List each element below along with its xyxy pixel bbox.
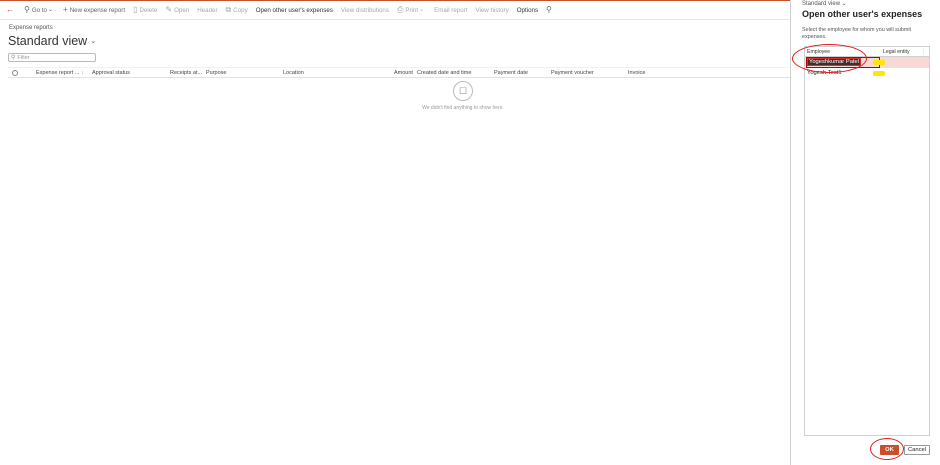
panel-view-label: Standard view [802,1,841,7]
empty-state-text: We didn't find anything to show here. [422,105,504,111]
employee-row[interactable]: Yogesh.Test1 [805,68,929,79]
options-button[interactable]: Options [517,7,538,14]
column-header-employee[interactable]: Employee [807,49,830,55]
open-other-users-expenses-panel: Standard view ⌄ Open other user's expens… [790,0,940,465]
column-header[interactable]: Location [283,70,304,76]
goto-label: Go to [31,6,47,14]
search-icon: ⚲ [546,5,552,14]
copy-icon: ⧉ [225,5,232,14]
new-expense-report-label: New expense report [69,6,126,14]
legal-entity-highlight [873,60,885,65]
header-label: Header [197,6,218,14]
breadcrumb: Expense reports [9,25,53,31]
chevron-down-icon: ⌄ [841,1,847,7]
empty-box-icon: ☐ [453,81,473,101]
copy-label: Copy [233,6,248,14]
employee-grid: Employee Legal entity ⋮ Yogeshkumar Pate… [804,46,930,436]
trash-icon: ▯ [133,5,138,14]
options-label: Options [516,6,539,14]
view-history-label: View history [475,6,509,14]
print-menu[interactable]: ⎙ Print ⌄ [397,6,426,14]
panel-description: Select the employee for whom you will su… [802,27,912,40]
column-header[interactable]: Invoice [628,70,645,76]
pencil-icon: ✎ [165,5,173,14]
column-header-legal-entity[interactable]: Legal entity [883,49,910,55]
column-header[interactable]: Receipts at... [170,70,202,76]
column-header[interactable]: Expense report ... [36,70,79,76]
copy-button[interactable]: ⧉ Copy [226,6,248,14]
grid-header: Expense report ... ↓ Approval status Rec… [8,67,790,78]
printer-icon: ⎙ [396,5,404,14]
empty-state: ☐ We didn't find anything to show here. [413,81,513,111]
legal-entity-highlight [873,71,885,76]
back-arrow-icon: ← [6,5,14,14]
cancel-button[interactable]: Cancel [904,445,930,455]
view-history-button[interactable]: View history [475,7,508,14]
print-label: Print [405,6,419,14]
open-other-users-expenses-button[interactable]: Open other user's expenses [256,7,333,14]
delete-button[interactable]: ▯ Delete [133,6,157,14]
ok-button[interactable]: OK [880,445,899,455]
more-vertical-icon[interactable]: ⋮ [921,49,926,55]
employee-grid-header: Employee Legal entity ⋮ [805,47,929,57]
search-button[interactable]: ⚲ [546,6,554,14]
email-report-button[interactable]: Email report [434,7,467,14]
filter-placeholder: Filter [17,54,30,61]
open-label: Open [174,6,190,14]
new-expense-report-button[interactable]: + New expense report [63,6,125,14]
chevron-down-icon: ⌄ [48,7,54,13]
header-button[interactable]: Header [197,7,217,14]
delete-label: Delete [139,6,158,14]
page-title: Standard view [8,34,88,48]
filter-input[interactable]: ⚲ Filter [8,53,96,62]
column-header[interactable]: Amount [394,70,413,76]
sort-arrow-icon: ↓ [81,70,84,76]
employee-name: Yogesh.Test1 [807,70,842,76]
search-icon: ⚲ [11,55,16,61]
employee-name: Yogeshkumar Patel [807,58,862,66]
open-other-label: Open other user's expenses [255,6,333,14]
back-button[interactable]: ← [6,6,16,14]
expense-reports-workspace: ← ⚲ Go to ⌄ + New expense report ▯ Delete ✎ O… [0,0,790,465]
action-toolbar: ← ⚲ Go to ⌄ + New expense report ▯ Delete ✎ O… [0,1,790,20]
column-header[interactable]: Purpose [206,70,227,76]
goto-menu[interactable]: ⚲ Go to ⌄ [24,6,55,14]
panel-title: Open other user's expenses [802,9,923,19]
open-button[interactable]: ✎ Open [165,6,189,14]
column-header[interactable]: Approval status [92,70,130,76]
panel-view-selector[interactable]: Standard view ⌄ [802,0,847,7]
column-header[interactable]: Payment date [494,70,528,76]
employee-row-selected[interactable]: Yogeshkumar Patel [805,57,929,68]
email-report-label: Email report [434,6,468,14]
chevron-down-icon: ⌄ [90,38,97,45]
select-all-checkbox[interactable] [12,70,18,76]
chevron-down-icon: ⌄ [419,7,425,13]
column-header[interactable]: Payment voucher [551,70,594,76]
column-header[interactable]: Created date and time [417,70,471,76]
view-distributions-label: View distributions [340,6,389,14]
view-distributions-button[interactable]: View distributions [341,7,389,14]
view-selector[interactable]: Standard view ⌄ [8,34,96,48]
goto-icon: ⚲ [24,5,30,14]
plus-icon: + [63,5,68,14]
